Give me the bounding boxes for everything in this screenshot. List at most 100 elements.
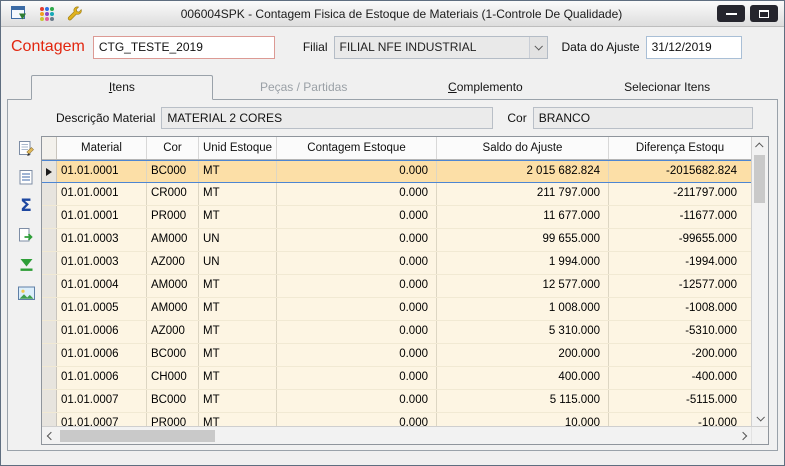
cell-cor[interactable]: AM000 [147,298,199,320]
image-button[interactable] [15,282,37,304]
table-row[interactable]: 01.01.0006 BC000 MT 0.000 200.000 -200.0… [42,344,751,367]
cell-diferenca-estoque[interactable]: -11677.000 [609,206,751,228]
cell-diferenca-estoque[interactable]: -1008.000 [609,298,751,320]
col-header-unid-estoque[interactable]: Unid Estoque [199,137,277,159]
contagem-input[interactable] [93,36,275,59]
cell-unid-estoque[interactable]: MT [199,298,277,320]
cell-unid-estoque[interactable]: UN [199,252,277,274]
cell-unid-estoque[interactable]: MT [199,413,277,426]
table-row[interactable]: 01.01.0007 BC000 MT 0.000 5 115.000 -511… [42,390,751,413]
cell-saldo-ajuste[interactable]: 400.000 [437,367,609,389]
col-header-material[interactable]: Material [57,137,147,159]
cell-material[interactable]: 01.01.0006 [57,321,147,343]
cell-cor[interactable]: PR000 [147,413,199,426]
col-header-cor[interactable]: Cor [147,137,199,159]
cell-saldo-ajuste[interactable]: 11 677.000 [437,206,609,228]
col-header-diferenca-estoque[interactable]: Diferença Estoqu [609,137,751,159]
cell-contagem-estoque[interactable]: 0.000 [277,344,437,366]
cell-contagem-estoque[interactable]: 0.000 [277,298,437,320]
cell-cor[interactable]: CH000 [147,367,199,389]
row-selector[interactable] [42,275,57,297]
cell-contagem-estoque[interactable]: 0.000 [277,229,437,251]
cell-unid-estoque[interactable]: MT [199,275,277,297]
sum-button[interactable]: Σ [15,195,37,217]
cell-cor[interactable]: AZ000 [147,252,199,274]
cell-unid-estoque[interactable]: UN [199,229,277,251]
cell-cor[interactable]: AM000 [147,229,199,251]
cell-cor[interactable]: BC000 [147,161,199,182]
cell-contagem-estoque[interactable]: 0.000 [277,275,437,297]
cell-material[interactable]: 01.01.0001 [57,161,147,182]
cell-diferenca-estoque[interactable]: -200.000 [609,344,751,366]
cell-material[interactable]: 01.01.0007 [57,390,147,412]
row-selector[interactable] [42,298,57,320]
cell-unid-estoque[interactable]: MT [199,390,277,412]
wrench-button[interactable] [63,4,87,24]
cell-cor[interactable]: BC000 [147,390,199,412]
cell-unid-estoque[interactable]: MT [199,367,277,389]
table-row[interactable]: 01.01.0003 AM000 UN 0.000 99 655.000 -99… [42,229,751,252]
cell-diferenca-estoque[interactable]: -5115.000 [609,390,751,412]
cell-unid-estoque[interactable]: MT [199,321,277,343]
cell-unid-estoque[interactable]: MT [199,344,277,366]
cell-material[interactable]: 01.01.0006 [57,367,147,389]
cell-saldo-ajuste[interactable]: 2 015 682.824 [437,161,609,182]
tab-itens[interactable]: Itens [31,75,213,100]
cell-cor[interactable]: CR000 [147,183,199,205]
table-row[interactable]: 01.01.0007 PR000 MT 0.000 10.000 -10.000 [42,413,751,426]
cell-material[interactable]: 01.01.0004 [57,275,147,297]
cell-saldo-ajuste[interactable]: 211 797.000 [437,183,609,205]
table-row[interactable]: 01.01.0001 BC000 MT 0.000 2 015 682.824 … [42,160,751,183]
cell-contagem-estoque[interactable]: 0.000 [277,252,437,274]
data-ajuste-input[interactable] [646,36,742,59]
cell-unid-estoque[interactable]: MT [199,183,277,205]
cell-saldo-ajuste[interactable]: 99 655.000 [437,229,609,251]
row-selector[interactable] [42,183,57,205]
cell-saldo-ajuste[interactable]: 5 310.000 [437,321,609,343]
cell-diferenca-estoque[interactable]: -400.000 [609,367,751,389]
cell-contagem-estoque[interactable]: 0.000 [277,206,437,228]
cell-material[interactable]: 01.01.0001 [57,183,147,205]
filial-select[interactable]: FILIAL NFE INDUSTRIAL [334,36,548,59]
minimize-button[interactable] [717,5,745,22]
table-row[interactable]: 01.01.0005 AM000 MT 0.000 1 008.000 -100… [42,298,751,321]
cell-diferenca-estoque[interactable]: -99655.000 [609,229,751,251]
cell-saldo-ajuste[interactable]: 10.000 [437,413,609,426]
cell-cor[interactable]: BC000 [147,344,199,366]
row-selector[interactable] [42,390,57,412]
cell-contagem-estoque[interactable]: 0.000 [277,321,437,343]
cell-contagem-estoque[interactable]: 0.000 [277,183,437,205]
cell-material[interactable]: 01.01.0007 [57,413,147,426]
cell-cor[interactable]: AZ000 [147,321,199,343]
table-row[interactable]: 01.01.0004 AM000 MT 0.000 12 577.000 -12… [42,275,751,298]
cell-diferenca-estoque[interactable]: -211797.000 [609,183,751,205]
horizontal-scrollbar[interactable] [42,426,768,444]
scroll-left-button[interactable] [42,427,59,444]
row-selector[interactable] [42,367,57,389]
form-button[interactable] [7,4,31,24]
cell-contagem-estoque[interactable]: 0.000 [277,413,437,426]
table-row[interactable]: 01.01.0006 AZ000 MT 0.000 5 310.000 -531… [42,321,751,344]
cell-unid-estoque[interactable]: MT [199,206,277,228]
row-selector[interactable] [42,206,57,228]
cell-cor[interactable]: PR000 [147,206,199,228]
row-selector[interactable] [42,161,57,182]
tab-selecionar-itens[interactable]: Selecionar Itens [576,75,758,100]
hscroll-thumb[interactable] [60,430,215,442]
maximize-button[interactable] [750,5,778,22]
cell-material[interactable]: 01.01.0005 [57,298,147,320]
go-last-button[interactable] [15,253,37,275]
cell-diferenca-estoque[interactable]: -1994.000 [609,252,751,274]
vertical-scrollbar[interactable] [751,137,768,426]
insert-row-button[interactable] [15,137,37,159]
list-rows-button[interactable] [15,166,37,188]
col-header-contagem-estoque[interactable]: Contagem Estoque [277,137,437,159]
cell-material[interactable]: 01.01.0003 [57,252,147,274]
cell-saldo-ajuste[interactable]: 200.000 [437,344,609,366]
cell-diferenca-estoque[interactable]: -12577.000 [609,275,751,297]
scroll-up-button[interactable] [752,137,769,154]
cell-saldo-ajuste[interactable]: 5 115.000 [437,390,609,412]
scroll-down-button[interactable] [752,409,769,426]
table-row[interactable]: 01.01.0003 AZ000 UN 0.000 1 994.000 -199… [42,252,751,275]
cell-diferenca-estoque[interactable]: -2015682.824 [609,161,751,182]
